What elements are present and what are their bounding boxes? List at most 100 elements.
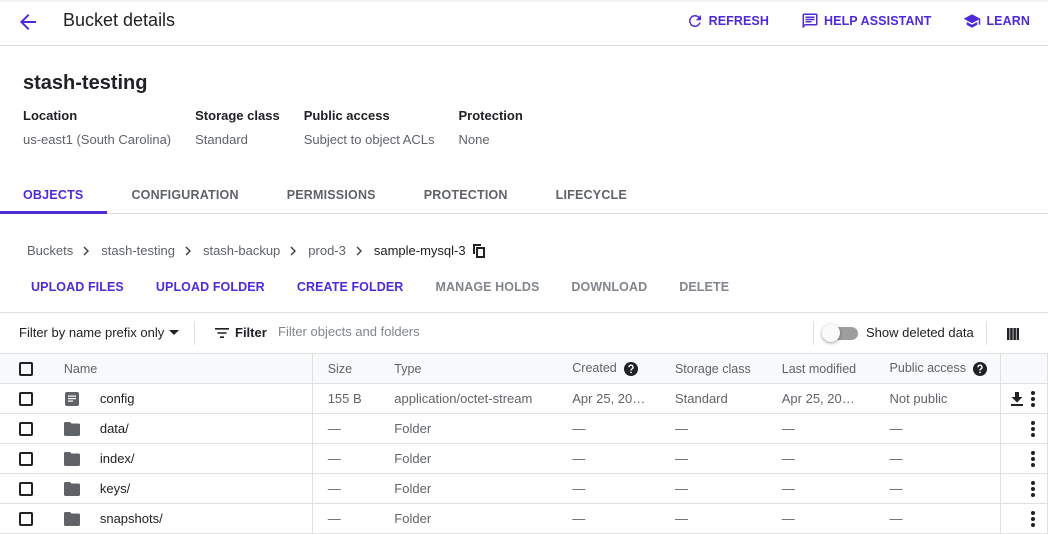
table-row[interactable]: snapshots/ — Folder — — — — (0, 503, 1048, 534)
public-access-value: Subject to object ACLs (303, 132, 435, 147)
tab-lifecycle[interactable]: LIFECYCLE (532, 180, 651, 214)
divider (194, 321, 195, 345)
school-icon (964, 14, 981, 28)
back-arrow-icon[interactable] (16, 10, 40, 34)
object-name[interactable]: snapshots/ (100, 511, 163, 526)
column-name[interactable]: Name (50, 353, 313, 384)
object-created: — (556, 443, 659, 474)
tab-bar: OBJECTS CONFIGURATION PERMISSIONS PROTEC… (0, 180, 1048, 214)
object-last-modified: — (765, 473, 874, 504)
object-created: — (556, 473, 659, 504)
filter-text: Filter (235, 325, 267, 340)
download-button[interactable]: DOWNLOAD (571, 280, 647, 294)
object-type: Folder (378, 413, 557, 444)
storage-class-label: Storage class (195, 108, 280, 123)
object-storage-class: — (658, 413, 766, 444)
filter-mode-dropdown[interactable]: Filter by name prefix only (19, 325, 180, 340)
caret-down-icon (169, 329, 180, 335)
learn-button[interactable]: LEARN (963, 12, 1030, 30)
chevron-right-icon (290, 246, 298, 256)
more-vert-icon[interactable] (1031, 420, 1035, 437)
upload-files-button[interactable]: UPLOAD FILES (31, 280, 124, 294)
filter-bar: Filter by name prefix only Filter Show d… (0, 312, 1048, 353)
copy-icon[interactable] (472, 243, 485, 258)
table-row[interactable]: index/ — Folder — — — — (0, 443, 1048, 474)
show-deleted-toggle[interactable] (822, 324, 858, 342)
help-icon[interactable] (972, 361, 987, 376)
table-row[interactable]: config 155 B application/octet-stream Ap… (0, 383, 1048, 414)
public-access-label: Public access (303, 108, 390, 123)
more-vert-icon[interactable] (1031, 450, 1035, 467)
object-size: — (312, 473, 379, 504)
table-row[interactable]: keys/ — Folder — — — — (0, 473, 1048, 504)
object-name[interactable]: keys/ (100, 481, 130, 496)
location-value: us-east1 (South Carolina) (23, 132, 172, 147)
column-created[interactable]: Created (556, 353, 659, 384)
row-checkbox[interactable] (19, 512, 33, 527)
breadcrumb-stash-backup[interactable]: stash-backup (203, 243, 280, 258)
protection-value: None (458, 132, 490, 147)
object-storage-class: — (658, 503, 766, 534)
refresh-button[interactable]: REFRESH (686, 12, 769, 30)
more-vert-icon[interactable] (1031, 480, 1035, 497)
object-created: Apr 25, 20… (556, 383, 659, 414)
filter-label: Filter (215, 325, 267, 340)
top-bar: Bucket details REFRESH HELP ASSISTANT LE… (0, 0, 1048, 46)
column-display-icon[interactable] (1007, 327, 1019, 345)
tab-protection[interactable]: PROTECTION (400, 180, 532, 214)
object-name[interactable]: data/ (100, 421, 129, 436)
row-checkbox[interactable] (19, 452, 33, 467)
objects-table: Name Size Type Created Storage class Las… (0, 353, 1048, 534)
object-storage-class: — (658, 443, 766, 474)
more-vert-icon[interactable] (1031, 510, 1035, 527)
bucket-name: stash-testing (23, 72, 148, 94)
object-created: — (556, 413, 659, 444)
storage-class-value: Standard (195, 132, 248, 147)
row-checkbox[interactable] (19, 392, 33, 407)
object-storage-class: — (658, 473, 766, 504)
protection-label: Protection (458, 108, 523, 123)
create-folder-button[interactable]: CREATE FOLDER (297, 280, 404, 294)
column-public-access[interactable]: Public access (873, 353, 1001, 384)
delete-button[interactable]: DELETE (679, 280, 729, 294)
object-public-access: — (873, 413, 1001, 444)
chevron-right-icon (83, 246, 91, 256)
row-checkbox[interactable] (19, 482, 33, 497)
chevron-right-icon (356, 246, 364, 256)
column-last-modified[interactable]: Last modified (765, 353, 874, 384)
object-name[interactable]: index/ (100, 451, 135, 466)
object-type: Folder (378, 473, 557, 504)
upload-folder-button[interactable]: UPLOAD FOLDER (156, 280, 265, 294)
row-checkbox[interactable] (19, 422, 33, 437)
help-icon[interactable] (623, 361, 638, 376)
divider (813, 321, 814, 345)
object-name[interactable]: config (100, 391, 135, 406)
chevron-right-icon (185, 246, 193, 256)
help-assistant-button[interactable]: HELP ASSISTANT (801, 12, 931, 30)
breadcrumb-prod-3[interactable]: prod-3 (308, 243, 346, 258)
object-last-modified: — (765, 413, 874, 444)
page-title: Bucket details (63, 10, 176, 30)
select-all-checkbox[interactable] (19, 361, 33, 376)
learn-label: LEARN (986, 14, 1030, 28)
filter-input[interactable] (278, 324, 778, 339)
download-icon[interactable] (1011, 391, 1023, 406)
object-public-access: — (873, 503, 1001, 534)
column-size[interactable]: Size (312, 353, 379, 384)
object-size: — (312, 413, 379, 444)
object-type: Folder (378, 443, 557, 474)
breadcrumb-stash-testing[interactable]: stash-testing (101, 243, 175, 258)
object-public-access: Not public (873, 383, 1001, 414)
folder-icon (63, 421, 90, 436)
column-type[interactable]: Type (378, 353, 557, 384)
tab-objects[interactable]: OBJECTS (0, 180, 108, 214)
more-vert-icon[interactable] (1031, 390, 1035, 407)
tab-configuration[interactable]: CONFIGURATION (107, 180, 262, 214)
column-public-access-label: Public access (889, 361, 966, 376)
tab-permissions[interactable]: PERMISSIONS (263, 180, 400, 214)
breadcrumb-buckets[interactable]: Buckets (27, 243, 73, 258)
column-storage-class[interactable]: Storage class (658, 353, 766, 384)
manage-holds-button[interactable]: MANAGE HOLDS (435, 280, 539, 294)
bucket-meta: Location us-east1 (South Carolina) Stora… (23, 108, 547, 147)
table-row[interactable]: data/ — Folder — — — — (0, 413, 1048, 444)
